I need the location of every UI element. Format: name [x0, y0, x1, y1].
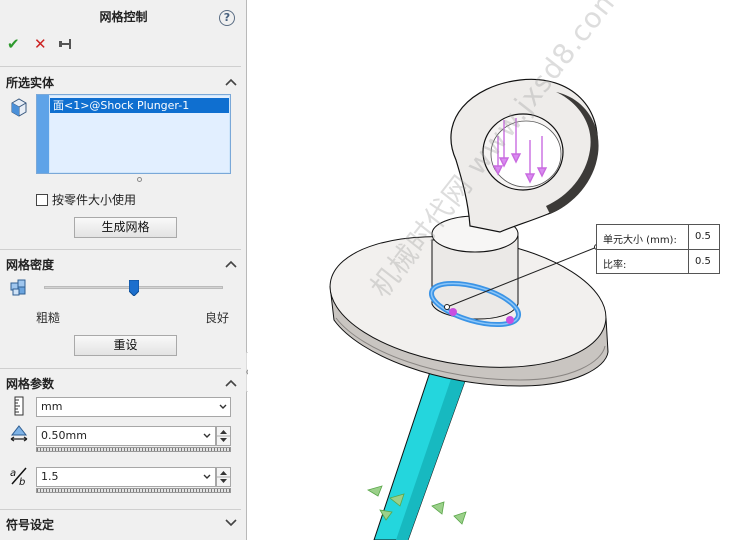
- mesh-control-callout: 单元大小 (mm): 0.5 比率: 0.5: [596, 224, 720, 274]
- callout-anchor: [444, 304, 450, 310]
- callout-label: 比率:: [603, 260, 627, 271]
- callout-value: 0.5: [695, 231, 711, 242]
- selection-handle[interactable]: [449, 308, 457, 316]
- selection-handle[interactable]: [506, 316, 514, 324]
- callout-value: 0.5: [695, 256, 711, 267]
- callout-row-element-size: 单元大小 (mm): 0.5: [597, 225, 721, 249]
- callout-label: 单元大小 (mm):: [603, 235, 677, 246]
- callout-row-ratio: 比率: 0.5: [597, 250, 721, 274]
